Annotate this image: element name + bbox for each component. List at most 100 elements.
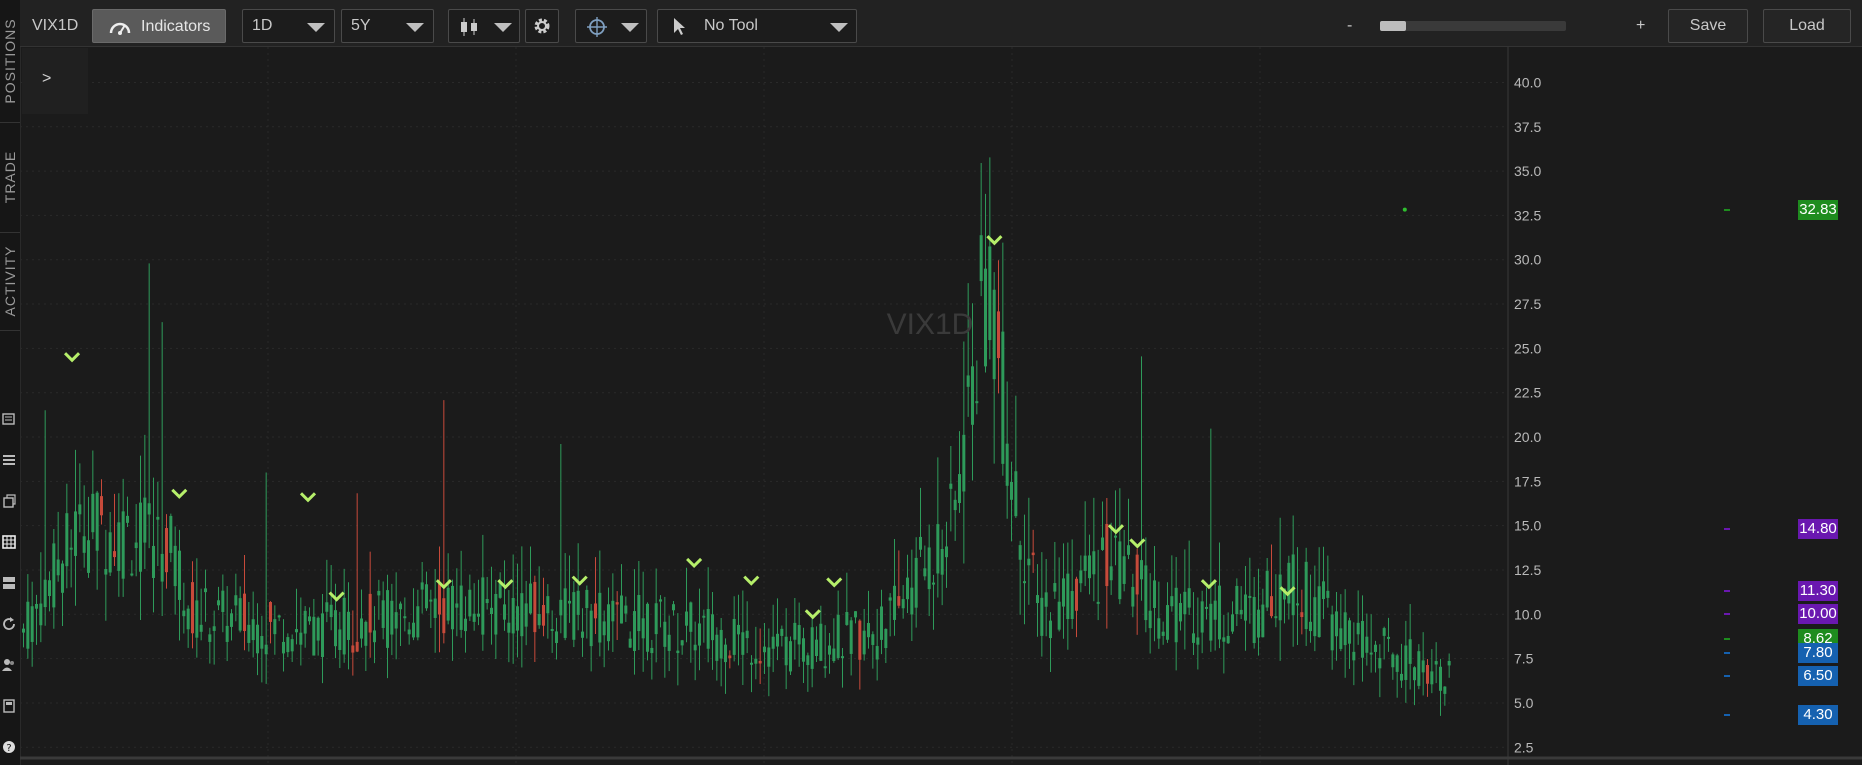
y-tick-label: 27.5 — [1514, 296, 1541, 312]
candle — [438, 546, 441, 653]
zoom-slider-thumb[interactable] — [1380, 21, 1406, 31]
candle-body — [1205, 606, 1208, 609]
candle — [611, 573, 615, 652]
candle — [368, 551, 372, 658]
candle-body — [1096, 601, 1100, 604]
tab-activity[interactable]: ACTIVITY — [0, 232, 20, 331]
candle-body — [1252, 597, 1256, 644]
candle-body — [659, 599, 662, 602]
candle — [1404, 620, 1408, 703]
zoom-in-button[interactable]: + — [1636, 9, 1645, 43]
candle — [468, 574, 472, 621]
candle-body — [464, 618, 467, 632]
candle — [672, 601, 675, 616]
candle — [451, 579, 454, 661]
help-icon[interactable]: ? — [2, 740, 16, 754]
range-select[interactable]: 5Y — [341, 9, 434, 43]
y-tick-label: 5.0 — [1514, 695, 1534, 711]
candle — [546, 584, 550, 639]
load-button[interactable]: Load — [1763, 9, 1851, 43]
y-tick-label: 32.5 — [1514, 207, 1541, 223]
crosshair-select[interactable] — [575, 9, 647, 43]
candle-body — [572, 592, 576, 640]
candle-body — [771, 636, 775, 649]
save-button[interactable]: Save — [1668, 9, 1748, 43]
candle-body — [95, 492, 99, 551]
candle-body — [295, 629, 298, 633]
news-icon[interactable] — [2, 412, 16, 426]
signal-marker — [743, 575, 760, 586]
candle-body — [230, 613, 233, 627]
candle — [1096, 549, 1100, 621]
price-chart[interactable]: 2.5 5.0 7.5 10.0 12.5 15.0 17.5 20.0 22.5 25.0 27.… — [20, 47, 1862, 765]
candle-body — [940, 548, 944, 575]
grid-icon[interactable] — [2, 535, 16, 549]
candle — [962, 341, 966, 564]
signal-marker — [299, 492, 317, 503]
candle-body — [26, 601, 30, 649]
candle-body — [48, 580, 51, 597]
candle — [875, 608, 879, 681]
tab-positions[interactable]: POSITIONS — [0, 0, 20, 123]
indicators-button[interactable]: Indicators — [92, 9, 226, 43]
price-badge-tick — [1724, 714, 1730, 717]
candle-body — [901, 599, 905, 609]
candle — [130, 560, 134, 577]
candle — [1114, 490, 1117, 566]
candle-body — [264, 644, 268, 655]
zoom-out-button[interactable]: - — [1347, 9, 1352, 43]
candle-body — [615, 602, 619, 605]
candle-body — [836, 614, 840, 658]
list-icon[interactable] — [2, 453, 16, 467]
candle-body — [446, 587, 450, 621]
interval-select[interactable]: 1D — [242, 9, 335, 43]
price-badge: 10.00 — [1798, 604, 1838, 625]
refresh-icon[interactable] — [2, 617, 16, 631]
copy-icon[interactable] — [2, 494, 16, 508]
candle — [35, 594, 38, 645]
candle — [147, 263, 151, 549]
layout-icon[interactable] — [2, 576, 16, 590]
y-tick-label: 7.5 — [1514, 651, 1534, 667]
candle-body — [147, 503, 151, 515]
candle-body — [750, 662, 753, 665]
candle — [91, 450, 95, 540]
candle-body — [1378, 658, 1382, 669]
tab-trade[interactable]: TRADE — [0, 122, 20, 233]
zoom-slider[interactable] — [1380, 21, 1566, 31]
candle — [585, 585, 589, 639]
calculator-icon[interactable] — [2, 699, 16, 713]
candle-body — [680, 640, 684, 646]
candle-body — [1365, 636, 1369, 653]
candle — [1374, 640, 1377, 673]
chart-canvas[interactable]: 2.5 5.0 7.5 10.0 12.5 15.0 17.5 20.0 22.5 25.0 27.… — [20, 47, 1862, 765]
candle — [568, 555, 571, 623]
signal-marker — [171, 488, 188, 499]
candle-body — [117, 522, 121, 571]
candle-body — [433, 598, 437, 618]
candle — [1088, 534, 1091, 595]
symbol-label[interactable]: VIX1D — [32, 9, 78, 43]
candle-body — [1088, 555, 1091, 579]
candle-body — [74, 511, 77, 556]
candle-body — [1335, 611, 1338, 637]
drawing-tool-select[interactable]: No Tool — [657, 9, 857, 43]
candle-body — [160, 553, 164, 582]
settings-button[interactable] — [525, 9, 559, 43]
candle-body — [1005, 443, 1009, 486]
users-icon[interactable] — [2, 658, 16, 672]
chart-type-select[interactable] — [448, 9, 520, 43]
candle-body — [1304, 561, 1308, 630]
candle — [61, 560, 64, 626]
candle — [641, 571, 645, 672]
candle — [1018, 540, 1022, 615]
expand-panel-button[interactable]: > — [22, 48, 88, 114]
candle-body — [425, 584, 428, 609]
candle-body — [789, 641, 792, 672]
interval-value: 1D — [252, 17, 273, 34]
candle-body — [1404, 645, 1408, 680]
candle — [693, 621, 697, 681]
candle — [134, 504, 138, 577]
candle — [78, 463, 82, 533]
candle-body — [897, 596, 901, 606]
